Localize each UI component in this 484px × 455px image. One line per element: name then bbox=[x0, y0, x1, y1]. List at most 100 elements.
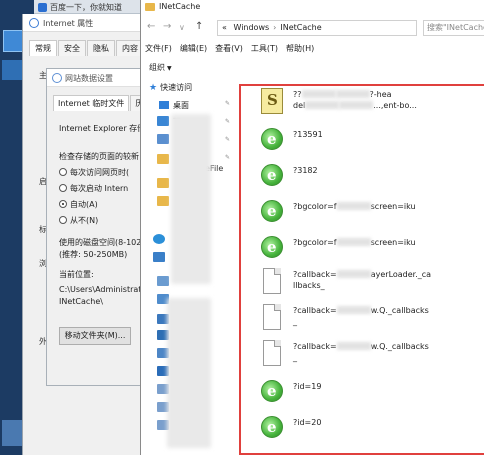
address-prefix: « bbox=[222, 23, 227, 32]
onedrive-icon bbox=[153, 234, 165, 244]
address-bar[interactable]: « Windows › INetCache bbox=[217, 20, 417, 36]
desktop-icon bbox=[159, 101, 169, 109]
explorer-title: INetCache bbox=[159, 2, 201, 11]
quick-access-item[interactable]: ★ 快速访问 bbox=[149, 82, 192, 93]
option-automatic[interactable]: 自动(A) bbox=[59, 199, 98, 210]
documents-icon bbox=[157, 134, 169, 144]
pin-icon: ✎ bbox=[225, 100, 231, 107]
file-item[interactable]: ?id=20 bbox=[261, 412, 481, 444]
option-every-start[interactable]: 每次启动 Intern bbox=[59, 183, 128, 194]
navigation-pane: ★快速访问 桌面 ✎ ✎ ✎ ✎ 下 eFile 引 ive 站 & 示 N bbox=[141, 78, 237, 455]
radio-icon bbox=[59, 184, 67, 192]
recent-locations-icon[interactable]: ∨ bbox=[179, 23, 185, 32]
file-item[interactable]: ?callback= w.Q._callbacks _ bbox=[261, 304, 481, 336]
menu-view[interactable]: 查看(V) bbox=[215, 43, 243, 54]
tab-security[interactable]: 安全 bbox=[58, 40, 86, 56]
star-icon: ★ bbox=[149, 83, 158, 93]
downloads-icon bbox=[157, 116, 169, 126]
pin-icon: ✎ bbox=[225, 118, 231, 125]
file-item[interactable]: ?id=19 bbox=[261, 376, 481, 408]
file-explorer-window: INetCache ← → ∨ ↑ « Windows › INetCache 搜索… bbox=[140, 0, 484, 455]
folder-icon bbox=[157, 178, 169, 188]
radio-selected-icon bbox=[59, 200, 67, 208]
file-item[interactable]: ?bgcolor=fscreen=iku bbox=[261, 232, 481, 264]
pin-icon: ✎ bbox=[225, 136, 231, 143]
ie-file-icon bbox=[261, 164, 283, 186]
folder-icon bbox=[157, 196, 169, 206]
website-data-title: 网站数据设置 bbox=[65, 74, 113, 83]
internet-options-tabs: 常规 安全 隐私 内容 bbox=[29, 40, 145, 56]
option-never[interactable]: 从不(N) bbox=[59, 215, 98, 226]
location-label: 当前位置: bbox=[59, 270, 94, 279]
file-name: ?callback= w.Q._callbacks _ bbox=[293, 306, 429, 326]
file-name: ?id=20 bbox=[293, 418, 322, 427]
file-item[interactable]: ?bgcolor=fscreen=iku bbox=[261, 196, 481, 228]
ie-storage-label: Internet Explorer 存储 bbox=[59, 124, 146, 133]
file-item[interactable]: ?callback= w.Q._callbacks _ bbox=[261, 340, 481, 372]
file-name: ?id=19 bbox=[293, 382, 322, 391]
tab-temp-files[interactable]: Internet 临时文件 bbox=[53, 95, 130, 111]
file-list: ???-hea del...,ent-bo... ?13591 ?3182 ?b… bbox=[239, 84, 484, 455]
organize-button[interactable]: 组织 ▼ bbox=[149, 62, 172, 73]
website-data-titlebar: 网站数据设置 bbox=[47, 69, 140, 87]
ie-file-icon bbox=[261, 236, 283, 258]
tab-general[interactable]: 常规 bbox=[29, 40, 57, 56]
document-file-icon bbox=[263, 304, 281, 330]
location-path: C:\Users\Administrato bbox=[59, 285, 147, 294]
menu-help[interactable]: 帮助(H) bbox=[286, 43, 314, 54]
forward-icon[interactable]: → bbox=[163, 21, 171, 32]
breadcrumb-windows[interactable]: Windows bbox=[233, 23, 269, 32]
internet-options-titlebar: Internet 属性 bbox=[23, 14, 140, 32]
option-every-visit[interactable]: 每次访问网页时( bbox=[59, 167, 129, 178]
menu-edit[interactable]: 编辑(E) bbox=[180, 43, 207, 54]
internet-options-title: Internet 属性 bbox=[43, 19, 94, 28]
back-icon[interactable]: ← bbox=[147, 21, 155, 32]
radio-icon bbox=[59, 216, 67, 224]
search-input[interactable]: 搜索"INetCache bbox=[423, 20, 484, 36]
ie-file-icon bbox=[261, 416, 283, 438]
menu-tools[interactable]: 工具(T) bbox=[251, 43, 278, 54]
globe-icon bbox=[52, 73, 62, 83]
explorer-titlebar: INetCache bbox=[141, 0, 484, 14]
ie-file-icon bbox=[261, 128, 283, 150]
script-file-icon bbox=[261, 88, 283, 114]
breadcrumb-inetcache[interactable]: INetCache bbox=[280, 23, 321, 32]
ie-file-icon bbox=[261, 380, 283, 402]
browser-tab-title: 百度一下，你就知道 bbox=[50, 3, 122, 12]
file-name: ?bgcolor=f screen=iku bbox=[293, 202, 416, 211]
file-item[interactable]: ?callback= ayerLoader._ca llbacks_ bbox=[261, 268, 481, 300]
radio-icon bbox=[59, 168, 67, 176]
file-item[interactable]: ???-hea del...,ent-bo... bbox=[261, 88, 481, 120]
menu-bar: 文件(F) 编辑(E) 查看(V) 工具(T) 帮助(H) bbox=[145, 43, 322, 54]
location-path-cont: INetCache\ bbox=[59, 297, 103, 306]
menu-file[interactable]: 文件(F) bbox=[145, 43, 172, 54]
file-name: ?bgcolor=f screen=iku bbox=[293, 238, 416, 247]
internet-globe-icon bbox=[29, 18, 39, 28]
file-name: ?callback= w.Q._callbacks _ bbox=[293, 342, 429, 362]
check-pages-label: 检查存储的页面的较新 bbox=[59, 152, 139, 161]
explorer-navbar: ← → ∨ ↑ « Windows › INetCache 搜索"INetCache bbox=[141, 17, 484, 39]
file-name: ?? ?-hea del ...,ent-bo... bbox=[293, 90, 417, 110]
up-icon[interactable]: ↑ bbox=[195, 21, 203, 32]
document-file-icon bbox=[263, 268, 281, 294]
blurred-region bbox=[171, 114, 211, 284]
disk-space-label: 使用的磁盘空间(8-102 bbox=[59, 238, 142, 247]
videos-icon bbox=[157, 276, 169, 286]
chevron-down-icon: ▼ bbox=[167, 65, 172, 72]
move-folder-button[interactable]: 移动文件夹(M)... bbox=[59, 327, 131, 345]
file-name: ?3182 bbox=[293, 166, 318, 175]
folder-icon bbox=[157, 154, 169, 164]
file-name: ?13591 bbox=[293, 130, 323, 139]
blurred-region bbox=[167, 298, 211, 448]
ie-file-icon bbox=[261, 200, 283, 222]
browser-tab[interactable]: 百度一下，你就知道 bbox=[34, 0, 140, 14]
document-file-icon bbox=[263, 340, 281, 366]
desktop-item[interactable]: 桌面 bbox=[159, 100, 189, 111]
website-data-dialog: 网站数据设置 Internet 临时文件 历史 Internet Explore… bbox=[46, 68, 157, 386]
file-item[interactable]: ?13591 bbox=[261, 124, 481, 156]
tab-privacy[interactable]: 隐私 bbox=[87, 40, 115, 56]
recommended-label: (推荐: 50-250MB) bbox=[59, 250, 128, 259]
this-pc-icon bbox=[153, 252, 165, 262]
pin-icon: ✎ bbox=[225, 154, 231, 161]
file-item[interactable]: ?3182 bbox=[261, 160, 481, 192]
